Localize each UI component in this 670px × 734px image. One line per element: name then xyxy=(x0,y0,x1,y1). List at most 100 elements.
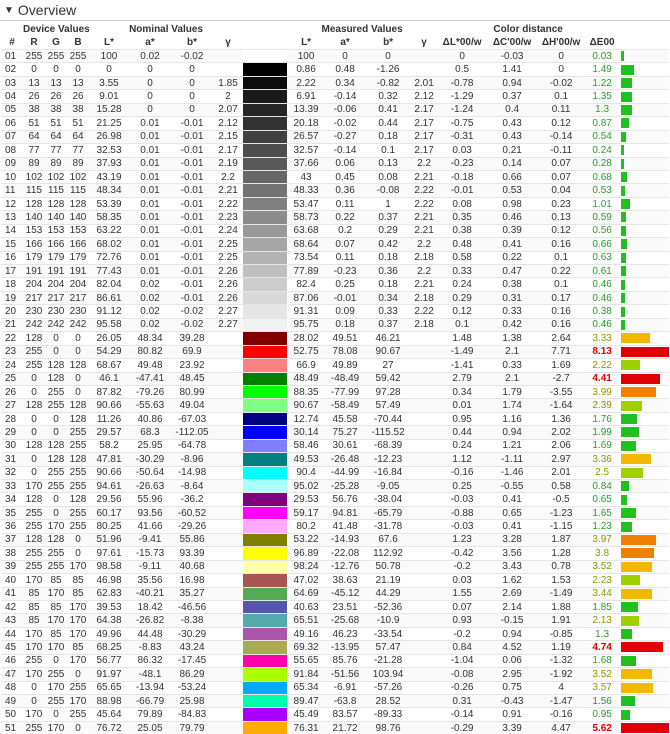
nominal-b: -0.01 xyxy=(171,238,213,251)
delta-l: 0.38 xyxy=(437,224,487,237)
col-blank xyxy=(1,23,23,36)
nominal-gamma xyxy=(213,560,243,573)
delta-e-bar-cell xyxy=(619,278,669,291)
delta-e-bar xyxy=(621,468,643,478)
color-swatch xyxy=(243,103,287,116)
measured-l: 59.17 xyxy=(287,506,325,519)
delta-e: 0.84 xyxy=(585,480,619,493)
nominal-b: -60.52 xyxy=(171,506,213,519)
device-r: 85 xyxy=(23,614,45,627)
patch-number: 06 xyxy=(1,117,23,130)
table-row: 3625517025580.2541.66-29.2680.241.48-31.… xyxy=(1,520,669,533)
delta-e-bar-cell xyxy=(619,560,669,573)
patch-number: 13 xyxy=(1,211,23,224)
delta-h: 0.12 xyxy=(537,117,585,130)
device-b: 170 xyxy=(67,614,89,627)
nominal-gamma xyxy=(213,520,243,533)
measured-a: -77.99 xyxy=(325,385,365,398)
nominal-b: -29.26 xyxy=(171,520,213,533)
nominal-gamma xyxy=(213,50,243,63)
delta-e: 0.46 xyxy=(585,291,619,304)
measured-b: 0.18 xyxy=(365,251,411,264)
delta-e-bar-cell xyxy=(619,533,669,546)
delta-h: 0.12 xyxy=(537,224,585,237)
delta-c: 0.33 xyxy=(487,305,537,318)
delta-e-bar-cell xyxy=(619,668,669,681)
device-g: 0 xyxy=(45,63,67,76)
delta-c: 1.41 xyxy=(487,63,537,76)
nominal-l: 11.26 xyxy=(89,412,129,425)
measured-a: -48.49 xyxy=(325,372,365,385)
device-b: 255 xyxy=(67,480,89,493)
measured-b: -10.9 xyxy=(365,614,411,627)
delta-e-bar xyxy=(621,710,630,720)
delta-e-bar xyxy=(621,199,630,209)
delta-e-bar xyxy=(621,629,632,639)
delta-e-bar-cell xyxy=(619,480,669,493)
device-g: 128 xyxy=(45,533,67,546)
delta-l: -0.42 xyxy=(437,547,487,560)
measured-b: 0.1 xyxy=(365,144,411,157)
measured-a: 0.11 xyxy=(325,251,365,264)
device-r: 128 xyxy=(23,332,45,345)
device-r: 255 xyxy=(23,560,45,573)
delta-h: 0.16 xyxy=(537,305,585,318)
measured-gamma xyxy=(411,50,437,63)
delta-e-bar-cell xyxy=(619,574,669,587)
delta-e-bar xyxy=(621,307,625,317)
color-swatch xyxy=(243,278,287,291)
measured-b: 0.18 xyxy=(365,278,411,291)
device-r: 230 xyxy=(23,305,45,318)
delta-l: 0.03 xyxy=(437,574,487,587)
patch-number: 42 xyxy=(1,600,23,613)
overview-header[interactable]: ▼ Overview xyxy=(0,0,670,20)
measured-a: -22.08 xyxy=(325,547,365,560)
nominal-a: 0.01 xyxy=(129,117,171,130)
patch-number: 43 xyxy=(1,614,23,627)
color-swatch xyxy=(243,547,287,560)
measured-l: 20.18 xyxy=(287,117,325,130)
table-row: 1617917917972.760.01-0.012.2573.540.110.… xyxy=(1,251,669,264)
nominal-b: -0.01 xyxy=(171,170,213,183)
nominal-gamma xyxy=(213,708,243,721)
nominal-a: -66.79 xyxy=(129,695,171,708)
column-header-swatch xyxy=(243,36,287,50)
measured-l: 28.02 xyxy=(287,332,325,345)
nominal-a: 0 xyxy=(129,103,171,116)
delta-e-bar xyxy=(621,51,624,61)
measured-b: 0.18 xyxy=(365,130,411,143)
nominal-b: -8.96 xyxy=(171,453,213,466)
device-g: 0 xyxy=(45,412,67,425)
delta-e-bar xyxy=(621,495,627,505)
table-row: 0877777732.530.01-0.012.1732.57-0.140.12… xyxy=(1,144,669,157)
device-g: 170 xyxy=(45,520,67,533)
color-swatch xyxy=(243,506,287,519)
delta-e-bar xyxy=(621,212,626,222)
nominal-l: 26.05 xyxy=(89,332,129,345)
delta-e-bar-cell xyxy=(619,453,669,466)
collapse-triangle-icon[interactable]: ▼ xyxy=(4,5,14,16)
delta-e: 0.03 xyxy=(585,50,619,63)
delta-e: 3.44 xyxy=(585,587,619,600)
delta-h: 0.16 xyxy=(537,318,585,331)
patch-number: 32 xyxy=(1,466,23,479)
delta-e-bar xyxy=(621,696,635,706)
nominal-gamma xyxy=(213,332,243,345)
delta-h: 0 xyxy=(537,50,585,63)
table-row: 232550054.2980.8269.952.7578.0890.67-1.4… xyxy=(1,345,669,358)
nominal-l: 91.12 xyxy=(89,305,129,318)
delta-e: 0.46 xyxy=(585,278,619,291)
nominal-a: 0.01 xyxy=(129,184,171,197)
nominal-l: 53.39 xyxy=(89,197,129,210)
nominal-a: 80.82 xyxy=(129,345,171,358)
nominal-gamma: 2.22 xyxy=(213,197,243,210)
nominal-a: 40.86 xyxy=(129,412,171,425)
device-g: 0 xyxy=(45,506,67,519)
table-row: 41851708562.83-40.2135.2764.69-45.1244.2… xyxy=(1,587,669,600)
device-b: 0 xyxy=(67,721,89,734)
nominal-l: 98.58 xyxy=(89,560,129,573)
measured-b: -68.39 xyxy=(365,439,411,452)
delta-c: 0.98 xyxy=(487,197,537,210)
nominal-a: -47.41 xyxy=(129,372,171,385)
delta-h: 0.22 xyxy=(537,265,585,278)
